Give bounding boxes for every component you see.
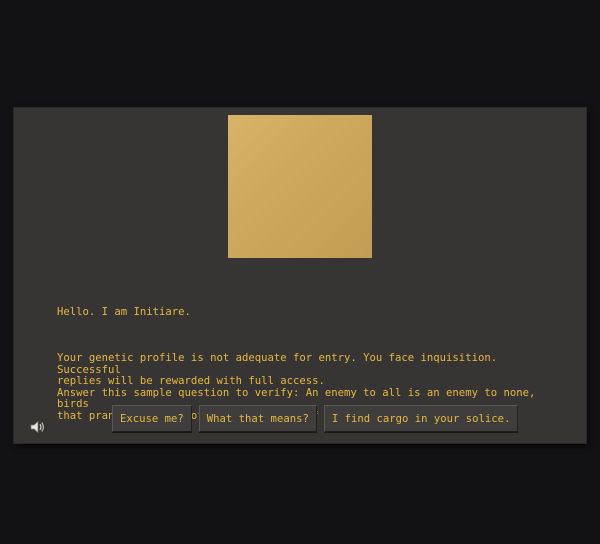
choice-button-what-that-means[interactable]: What that means? <box>198 405 317 432</box>
choice-button-excuse-me[interactable]: Excuse me? <box>112 405 192 432</box>
speaker-icon[interactable] <box>29 419 47 435</box>
dialogue-greeting: Hello. I am Initiare. <box>57 305 191 318</box>
choice-list: Excuse me? What that means? I find cargo… <box>112 405 519 432</box>
choice-button-find-cargo[interactable]: I find cargo in your solice. <box>323 405 519 432</box>
dialogue-panel: Hello. I am Initiare. Your genetic profi… <box>14 108 586 443</box>
character-portrait <box>228 115 372 258</box>
